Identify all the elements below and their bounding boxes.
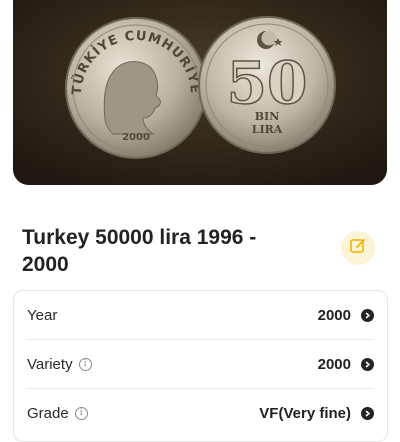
detail-row-variety[interactable]: Variety i 2000 xyxy=(27,340,374,388)
details-card: Year 2000 Variety i 2000 Grade i VF(Very… xyxy=(13,290,388,442)
detail-row-year[interactable]: Year 2000 xyxy=(27,291,374,339)
edit-icon xyxy=(349,237,367,260)
variety-value: 2000 xyxy=(317,355,351,373)
year-label: Year xyxy=(27,306,58,324)
info-icon[interactable]: i xyxy=(78,357,92,371)
grade-label: Grade xyxy=(27,404,69,422)
chevron-right-icon xyxy=(361,357,374,371)
chevron-right-icon xyxy=(361,406,374,420)
year-value: 2000 xyxy=(317,306,351,324)
info-icon[interactable]: i xyxy=(74,406,88,420)
variety-label: Variety xyxy=(27,355,73,373)
reverse-bin: BIN xyxy=(255,110,280,123)
obverse-year: 2000 xyxy=(122,132,150,143)
reverse-value: 50 xyxy=(227,49,308,117)
page-title: Turkey 50000 lira 1996 - 2000 xyxy=(22,226,257,276)
grade-value: VF(Very fine) xyxy=(259,404,351,422)
chevron-right-icon xyxy=(361,308,374,322)
reverse-lira: LIRA xyxy=(252,123,283,136)
coin-reverse: 50 BIN LIRA xyxy=(198,16,336,154)
coin-photo: TÜRKİYE CUMHURİYETİ 2000 50 BIN LIRA xyxy=(13,0,387,185)
edit-button[interactable] xyxy=(341,231,375,265)
detail-row-grade[interactable]: Grade i VF(Very fine) xyxy=(27,389,374,437)
